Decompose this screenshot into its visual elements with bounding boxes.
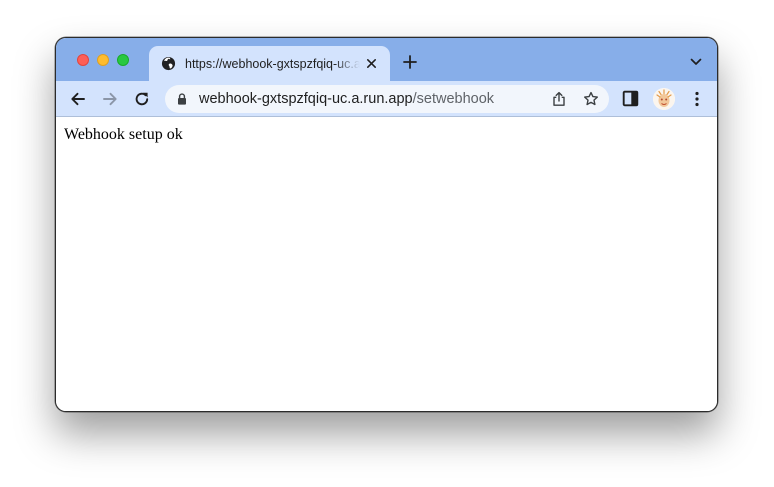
arrow-right-icon[interactable]	[101, 90, 119, 108]
page-body-text: Webhook setup ok	[64, 126, 183, 143]
close-icon[interactable]	[365, 57, 378, 70]
minimize-window-button[interactable]	[97, 54, 109, 66]
tab-active[interactable]: https://webhook-gxtspzfqiq-uc.a.run.app/…	[149, 46, 390, 81]
share-icon[interactable]	[551, 91, 567, 107]
star-icon[interactable]	[583, 91, 599, 107]
url-path: /setwebhook	[412, 91, 495, 107]
arrow-left-icon[interactable]	[69, 90, 87, 108]
browser-window: https://webhook-gxtspzfqiq-uc.a.run.app/…	[55, 37, 718, 412]
tab-strip: https://webhook-gxtspzfqiq-uc.a.run.app/…	[56, 38, 717, 81]
lock-icon[interactable]	[177, 93, 187, 105]
url-host: webhook-gxtspzfqiq-uc.a.run.app	[199, 91, 413, 107]
chevron-down-icon[interactable]	[690, 57, 702, 67]
globe-icon	[161, 56, 176, 71]
kebab-menu-icon[interactable]	[688, 90, 706, 108]
screenshot-stage: https://webhook-gxtspzfqiq-uc.a.run.app/…	[0, 0, 774, 487]
tab-title: https://webhook-gxtspzfqiq-uc.a.run.app/…	[185, 57, 360, 71]
page-content: Webhook setup ok	[56, 117, 717, 411]
url-text: webhook-gxtspzfqiq-uc.a.run.app/setwebho…	[199, 90, 494, 108]
avatar[interactable]	[653, 88, 675, 110]
side-panel-icon[interactable]	[622, 90, 639, 107]
zoom-window-button[interactable]	[117, 54, 129, 66]
address-bar[interactable]: webhook-gxtspzfqiq-uc.a.run.app/setwebho…	[165, 85, 609, 113]
reload-icon[interactable]	[133, 90, 151, 108]
close-window-button[interactable]	[77, 54, 89, 66]
browser-toolbar: webhook-gxtspzfqiq-uc.a.run.app/setwebho…	[56, 81, 717, 117]
new-tab-button[interactable]	[403, 55, 417, 69]
profile-avatar-icon	[653, 88, 675, 110]
